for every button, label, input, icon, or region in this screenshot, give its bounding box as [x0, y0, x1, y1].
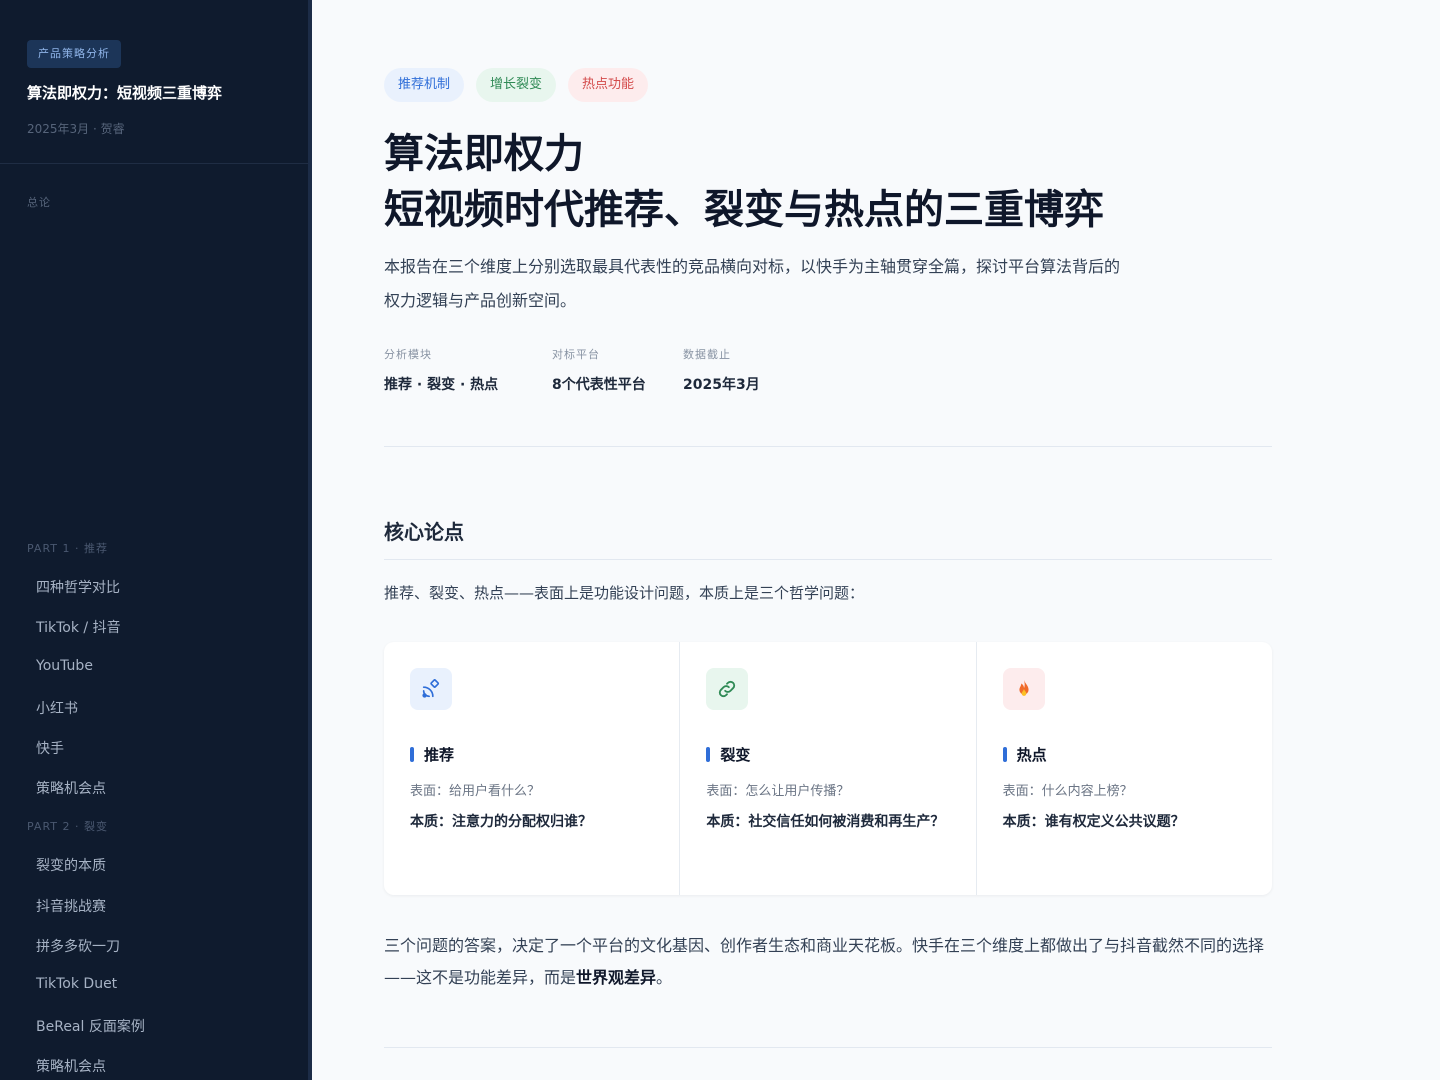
- meta-value: 推荐 · 裂变 · 热点: [384, 377, 499, 393]
- meta-label: 对标平台: [552, 348, 600, 361]
- card-essence: 本质：注意力的分配权归谁？: [410, 814, 592, 830]
- section-title: 核心论点: [384, 520, 464, 544]
- card-surface: 表面：给用户看什么？: [410, 784, 541, 799]
- card-essence: 本质：谁有权定义公共议题？: [1002, 814, 1185, 830]
- meta-cutoff: 数据截止 2025年3月: [683, 346, 760, 394]
- conclusion-paragraph: 三个问题的答案，决定了一个平台的文化基因、创作者生态和商业天花板。快手在三个维度…: [384, 930, 1272, 994]
- sidebar-item[interactable]: 四种哲学对比: [36, 577, 120, 597]
- sidebar-part-label: PART 1 · 推荐: [27, 542, 109, 555]
- card-fission: 裂变 表面：怎么让用户传播？ 本质：社交信任如何被消费和再生产？: [680, 642, 977, 895]
- meta-platforms: 对标平台 8个代表性平台: [552, 346, 646, 394]
- satellite-icon: [410, 668, 452, 710]
- card-essence: 本质：社交信任如何被消费和再生产？: [706, 814, 945, 830]
- meta-label: 分析模块: [384, 348, 432, 361]
- title-line-1: 算法即权力: [384, 130, 584, 177]
- tag-recommendation[interactable]: 推荐机制: [384, 68, 465, 102]
- sidebar-item[interactable]: 拼多多砍一刀: [36, 936, 120, 956]
- sidebar-item[interactable]: 小红书: [36, 698, 78, 718]
- sidebar-item[interactable]: YouTube: [36, 658, 93, 674]
- fire-icon: [1002, 668, 1045, 710]
- link-icon: [706, 668, 749, 710]
- meta-modules: 分析模块 推荐 · 裂变 · 热点: [384, 346, 498, 394]
- conclusion-text: 三个问题的答案，决定了一个平台的文化基因、创作者生态和商业天花板。快手在三个维度…: [384, 936, 1265, 987]
- meta-label: 数据截止: [683, 348, 731, 361]
- meta-value: 2025年3月: [683, 377, 760, 393]
- meta-value: 8个代表性平台: [552, 377, 646, 393]
- sidebar-item[interactable]: 抖音挑战赛: [36, 896, 106, 916]
- core-points-cards: 推荐 表面：给用户看什么？ 本质：注意力的分配权归谁？ 裂变 表面：怎么让用户传…: [384, 642, 1272, 895]
- sidebar-title[interactable]: 算法即权力：短视频三重博弈: [27, 82, 222, 103]
- card-surface: 表面：怎么让用户传播？: [706, 784, 850, 799]
- conclusion-emphasis: 世界观差异: [576, 968, 657, 987]
- card-heading: 推荐: [410, 744, 454, 765]
- card-heading: 热点: [1002, 744, 1047, 765]
- sidebar-item[interactable]: 裂变的本质: [36, 855, 106, 875]
- sidebar-item[interactable]: BeReal 反面案例: [36, 1016, 145, 1036]
- sidebar-item[interactable]: 策略机会点: [36, 1056, 106, 1076]
- title-line-2: 短视频时代推荐、裂变与热点的三重博弈: [384, 186, 1104, 233]
- sidebar-item[interactable]: 策略机会点: [36, 778, 106, 798]
- category-badge: 产品策略分析: [27, 40, 121, 68]
- tag-growth[interactable]: 增长裂变: [476, 68, 557, 102]
- tag-list: 推荐机制 增长裂变 热点功能: [384, 68, 649, 102]
- sidebar-item[interactable]: 快手: [36, 738, 64, 758]
- sidebar: 产品策略分析 算法即权力：短视频三重博弈 2025年3月 · 贺睿 总论 PAR…: [0, 0, 308, 1080]
- sidebar-part-label: PART 2 · 裂变: [27, 820, 109, 833]
- divider: [384, 446, 1272, 447]
- lead-paragraph: 本报告在三个维度上分别选取最具代表性的竞品横向对标，以快手为主轴贯穿全篇，探讨平…: [384, 257, 1121, 310]
- card-recommendation: 推荐 表面：给用户看什么？ 本质：注意力的分配权归谁？: [384, 642, 681, 895]
- conclusion-end: 。: [656, 968, 673, 987]
- page-title: 算法即权力 短视频时代推荐、裂变与热点的三重博弈: [384, 126, 1104, 238]
- section-divider: [384, 559, 1272, 560]
- sidebar-item[interactable]: TikTok Duet: [36, 976, 117, 992]
- sidebar-meta: 2025年3月 · 贺睿: [27, 122, 125, 136]
- sidebar-item-overview[interactable]: 总论: [27, 194, 51, 210]
- divider: [384, 1047, 1272, 1048]
- card-heading: 裂变: [706, 744, 750, 765]
- tag-trending[interactable]: 热点功能: [568, 68, 649, 102]
- sidebar-header: 产品策略分析 算法即权力：短视频三重博弈 2025年3月 · 贺睿: [0, 0, 308, 164]
- card-trending: 热点 表面：什么内容上榜？ 本质：谁有权定义公共议题？: [977, 642, 1272, 895]
- sidebar-scrollbar[interactable]: [308, 0, 312, 1080]
- card-surface: 表面：什么内容上榜？: [1002, 784, 1133, 799]
- intro-text: 推荐、裂变、热点——表面上是功能设计问题，本质上是三个哲学问题：: [384, 584, 865, 602]
- sidebar-item[interactable]: TikTok / 抖音: [36, 617, 121, 637]
